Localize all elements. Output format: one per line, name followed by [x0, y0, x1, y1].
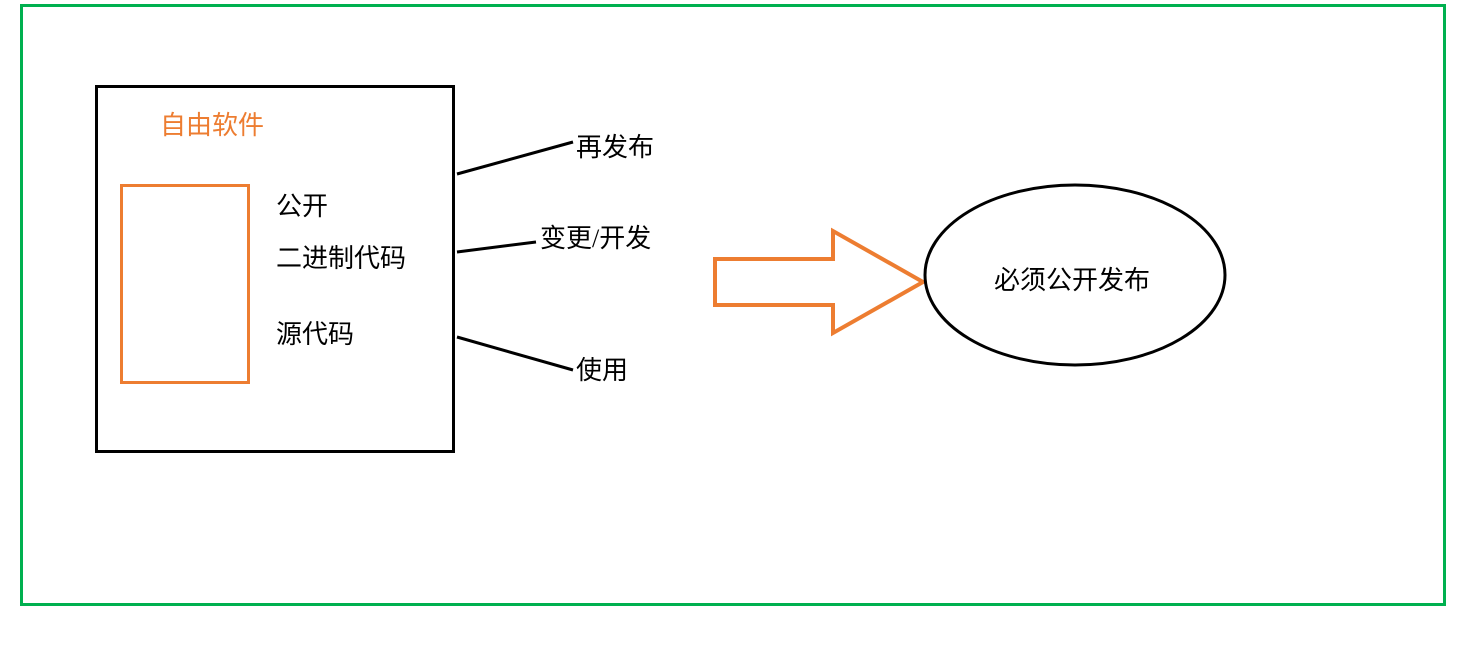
- arrow-label: 在GPL下: [729, 267, 830, 304]
- label-public: 公开: [276, 186, 328, 223]
- free-software-title: 自由软件: [160, 105, 264, 142]
- label-source: 源代码: [276, 314, 354, 351]
- result-text: 必须公开发布: [994, 260, 1150, 297]
- branch-modify: 变更/开发: [540, 218, 651, 255]
- orange-inner-box: [120, 184, 250, 384]
- branch-use: 使用: [576, 350, 628, 387]
- branch-redistribute: 再发布: [576, 127, 654, 164]
- label-binary: 二进制代码: [276, 238, 406, 275]
